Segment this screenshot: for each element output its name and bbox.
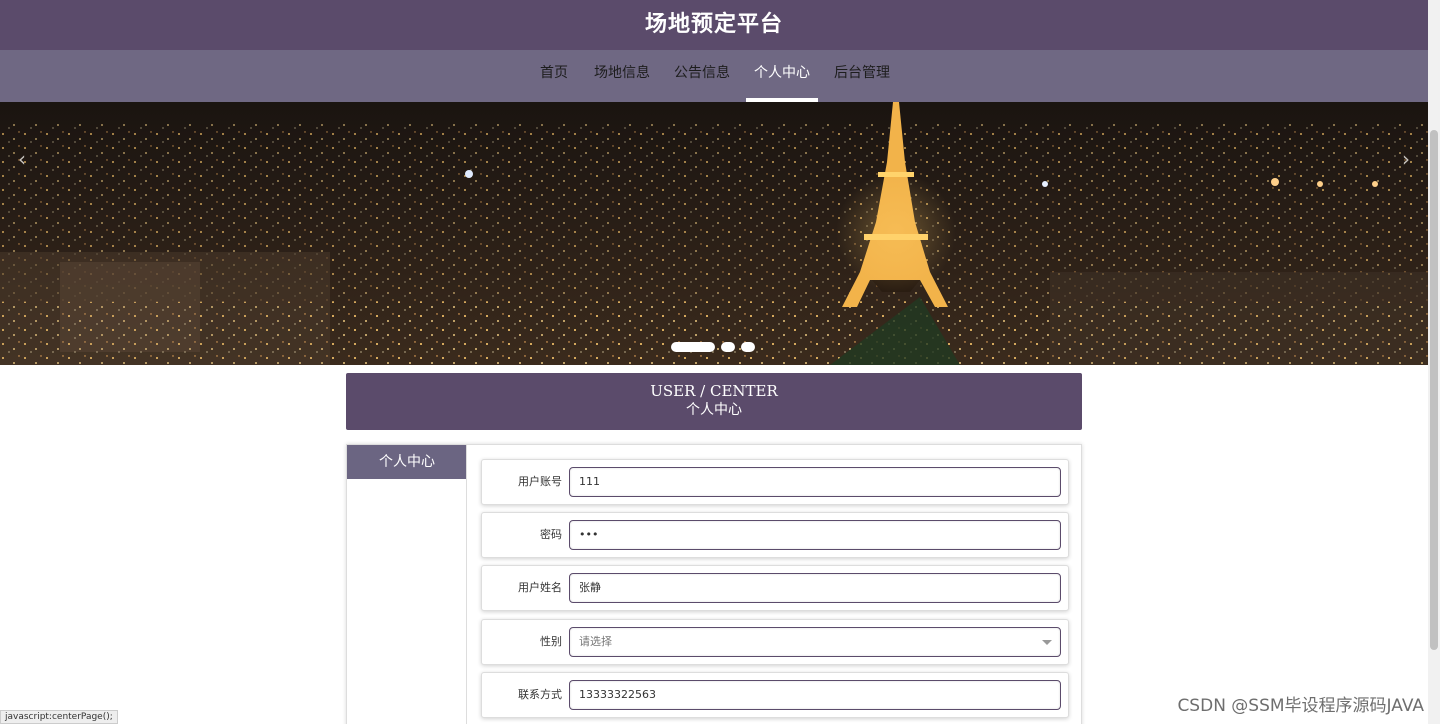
carousel-dot[interactable] — [671, 342, 715, 352]
main-nav: 首页 场地信息 公告信息 个人中心 后台管理 — [0, 50, 1428, 102]
phone-label: 联系方式 — [518, 688, 562, 701]
form-row-password: 密码 ••• — [481, 512, 1069, 558]
form-row-gender: 性别 请选择 — [481, 619, 1069, 665]
nav-item-home[interactable]: 首页 — [532, 50, 576, 102]
watermark: CSDN @SSM毕设程序源码JAVA — [1177, 696, 1424, 716]
chevron-left-icon[interactable]: ‹ — [12, 146, 32, 172]
page-root: 场地预定平台 首页 场地信息 公告信息 个人中心 后台管理 ‹ › USER /… — [0, 0, 1440, 724]
browser-status-bar: javascript:centerPage(); — [0, 710, 118, 724]
account-input[interactable]: 111 — [569, 467, 1061, 497]
gender-select-value: 请选择 — [579, 635, 612, 648]
name-input[interactable]: 张静 — [569, 573, 1061, 603]
city-night-image — [0, 102, 1428, 365]
scrollbar-thumb[interactable] — [1430, 130, 1438, 650]
section-title-cn: 个人中心 — [686, 402, 742, 418]
site-title: 场地预定平台 — [644, 12, 783, 37]
site-header: 场地预定平台 — [0, 0, 1428, 50]
gender-label: 性别 — [540, 635, 562, 648]
page-scrollbar[interactable] — [1428, 0, 1440, 724]
section-title-en: USER / CENTER — [650, 382, 778, 400]
phone-input[interactable]: 13333322563 — [569, 680, 1061, 710]
carousel-dot[interactable] — [741, 342, 755, 352]
form-row-account: 用户账号 111 — [481, 459, 1069, 505]
sidebar-divider — [466, 445, 467, 724]
nav-item-venues[interactable]: 场地信息 — [586, 50, 658, 102]
chevron-right-icon[interactable]: › — [1396, 146, 1416, 172]
password-label: 密码 — [540, 528, 562, 541]
section-heading: USER / CENTER 个人中心 — [346, 373, 1082, 430]
nav-item-user-center[interactable]: 个人中心 — [746, 50, 818, 102]
user-center-panel: 个人中心 用户账号 111 密码 ••• 用户姓名 张静 性别 请选择 联系方式… — [346, 444, 1082, 724]
carousel-indicators — [671, 342, 755, 352]
form-row-phone: 联系方式 13333322563 — [481, 672, 1069, 718]
form-row-name: 用户姓名 张静 — [481, 565, 1069, 611]
chevron-down-icon — [1042, 640, 1052, 645]
nav-item-admin[interactable]: 后台管理 — [826, 50, 898, 102]
name-label: 用户姓名 — [518, 581, 562, 594]
hero-carousel: ‹ › — [0, 102, 1428, 365]
sidebar-tab-user-center[interactable]: 个人中心 — [347, 445, 467, 479]
gender-select[interactable]: 请选择 — [569, 627, 1061, 657]
nav-item-notices[interactable]: 公告信息 — [666, 50, 738, 102]
carousel-dot[interactable] — [721, 342, 735, 352]
password-input[interactable]: ••• — [569, 520, 1061, 550]
account-label: 用户账号 — [518, 475, 562, 488]
